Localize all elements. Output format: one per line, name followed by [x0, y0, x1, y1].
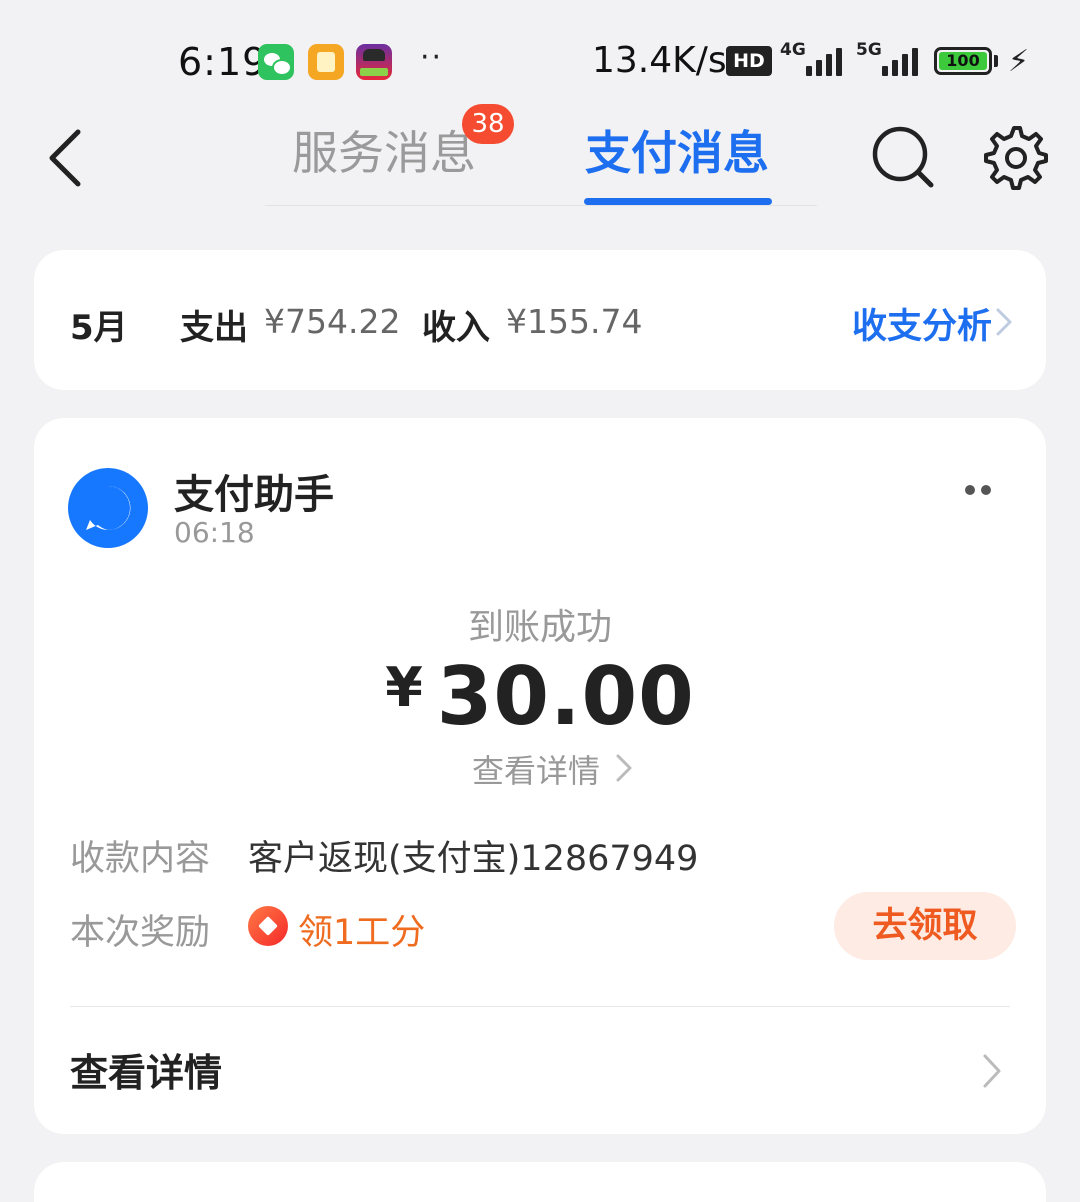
- unread-badge: 38: [462, 104, 514, 144]
- battery-tip: [994, 55, 998, 67]
- more-options-button[interactable]: [954, 470, 1000, 510]
- active-tab-indicator: [584, 198, 772, 205]
- back-icon: [49, 129, 81, 187]
- income-label: 收入: [422, 308, 490, 348]
- tab-payment-messages[interactable]: 支付消息: [585, 118, 769, 188]
- chevron-right-icon: [996, 308, 1012, 336]
- reward-label: 本次奖励: [70, 913, 211, 953]
- amount-display: ¥30.00: [34, 650, 1046, 743]
- notes-icon: [308, 44, 344, 80]
- search-icon: [872, 126, 934, 188]
- more-notifications-icon: ··: [420, 40, 444, 75]
- status-bar: 6:19 ·· 13.4K/s HD 4G 5G 100 ⚡: [0, 0, 1080, 120]
- payment-message-card: 支付助手 06:18 到账成功 ¥30.00 查看详情 收款内容 客户返现(支付…: [34, 418, 1046, 1134]
- chevron-right-icon: [983, 1054, 1001, 1088]
- currency-symbol: ¥: [385, 656, 423, 719]
- yuan-chat-icon: [86, 485, 131, 530]
- charging-icon: ⚡: [1008, 44, 1030, 79]
- monthly-summary-card: 5月 支出 ¥754.22 收入 ¥155.74 收支分析: [34, 250, 1046, 390]
- view-details-link[interactable]: 查看详情: [472, 746, 600, 792]
- settings-icon: [984, 126, 1048, 190]
- content-value: 客户返现(支付宝)12867949: [248, 839, 699, 879]
- card-divider: [70, 1006, 1010, 1007]
- reward-text: 领1工分: [298, 913, 426, 953]
- expense-value: ¥754.22: [264, 302, 401, 341]
- payment-assistant-avatar: [68, 468, 148, 548]
- back-button[interactable]: [42, 118, 102, 198]
- next-message-card: [34, 1162, 1046, 1202]
- signal-4g-icon: [806, 44, 842, 76]
- net-5g-label: 5G: [856, 40, 882, 60]
- signal-5g-icon: [882, 44, 918, 76]
- transfer-status: 到账成功: [467, 607, 612, 648]
- game-icon: [356, 44, 392, 80]
- battery-icon: 100: [934, 47, 992, 75]
- message-time: 06:18: [174, 516, 255, 549]
- sender-name: 支付助手: [174, 472, 334, 518]
- battery-level: 100: [939, 52, 987, 70]
- amount-value: 30.00: [436, 650, 695, 743]
- more-dots-icon: [965, 485, 991, 495]
- network-speed: 13.4K/s: [592, 40, 727, 81]
- claim-reward-button[interactable]: 去领取: [834, 892, 1016, 960]
- view-details-row[interactable]: 查看详情: [70, 1042, 222, 1097]
- content-label: 收款内容: [70, 839, 211, 879]
- tab-divider: [265, 205, 817, 206]
- net-4g-label: 4G: [780, 40, 806, 60]
- chevron-right-icon: [616, 754, 632, 782]
- hd-icon: HD: [726, 46, 772, 76]
- tab-service-messages[interactable]: 服务消息: [292, 118, 476, 188]
- wechat-icon: [258, 44, 294, 80]
- reward-coin-icon: [248, 906, 288, 946]
- settings-button[interactable]: [980, 122, 1048, 190]
- status-time: 6:19: [178, 40, 268, 84]
- search-button[interactable]: [868, 122, 938, 192]
- income-value: ¥155.74: [506, 302, 643, 341]
- month-label[interactable]: 5月: [70, 300, 128, 349]
- income-expense-analysis-link[interactable]: 收支分析: [852, 298, 992, 349]
- expense-label: 支出: [180, 308, 248, 348]
